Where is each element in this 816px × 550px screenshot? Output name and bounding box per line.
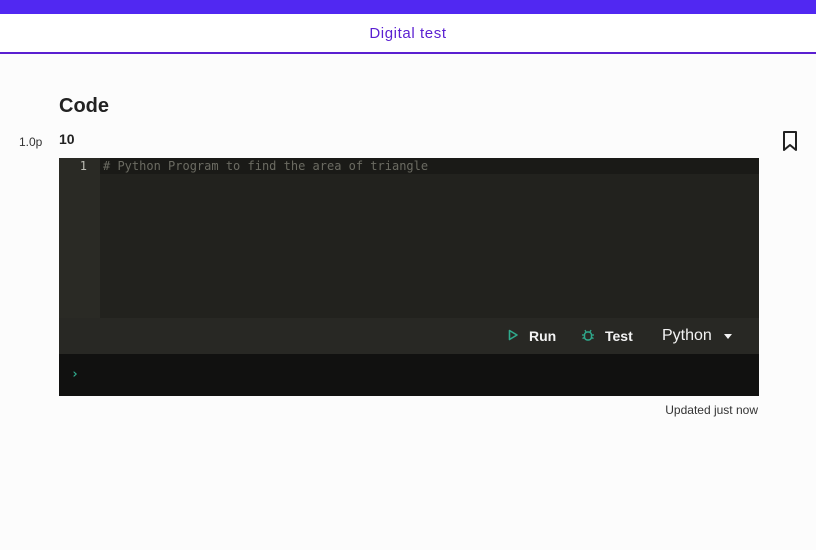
line-number: 1	[79, 159, 87, 173]
question-text: 10	[59, 131, 75, 147]
bookmark-icon[interactable]	[780, 130, 800, 152]
test-button[interactable]: Test	[581, 318, 633, 354]
code-editor[interactable]: 1 # Python Program to find the area of t…	[59, 158, 759, 396]
output-console[interactable]: ›	[59, 354, 759, 396]
question-points: 1.0p	[19, 135, 43, 149]
code-line[interactable]: # Python Program to find the area of tri…	[103, 158, 428, 174]
page-title: Digital test	[369, 24, 447, 42]
code-area[interactable]	[100, 174, 759, 318]
language-value: Python	[662, 327, 712, 344]
top-accent-bar	[0, 0, 816, 14]
chevron-right-icon: ›	[71, 367, 79, 382]
section-title: Code	[59, 95, 109, 117]
run-button[interactable]: Run	[507, 318, 556, 354]
test-label: Test	[605, 328, 633, 344]
bug-icon	[581, 328, 595, 345]
editor-gutter: 1	[59, 158, 100, 318]
app-header: Digital test	[0, 14, 816, 54]
play-icon	[507, 328, 519, 344]
updated-status: Updated just now	[665, 403, 758, 417]
language-select[interactable]: Python	[662, 318, 732, 354]
editor-toolbar: Run Test Python	[59, 318, 759, 354]
chevron-down-icon	[723, 333, 732, 339]
run-label: Run	[529, 328, 557, 344]
